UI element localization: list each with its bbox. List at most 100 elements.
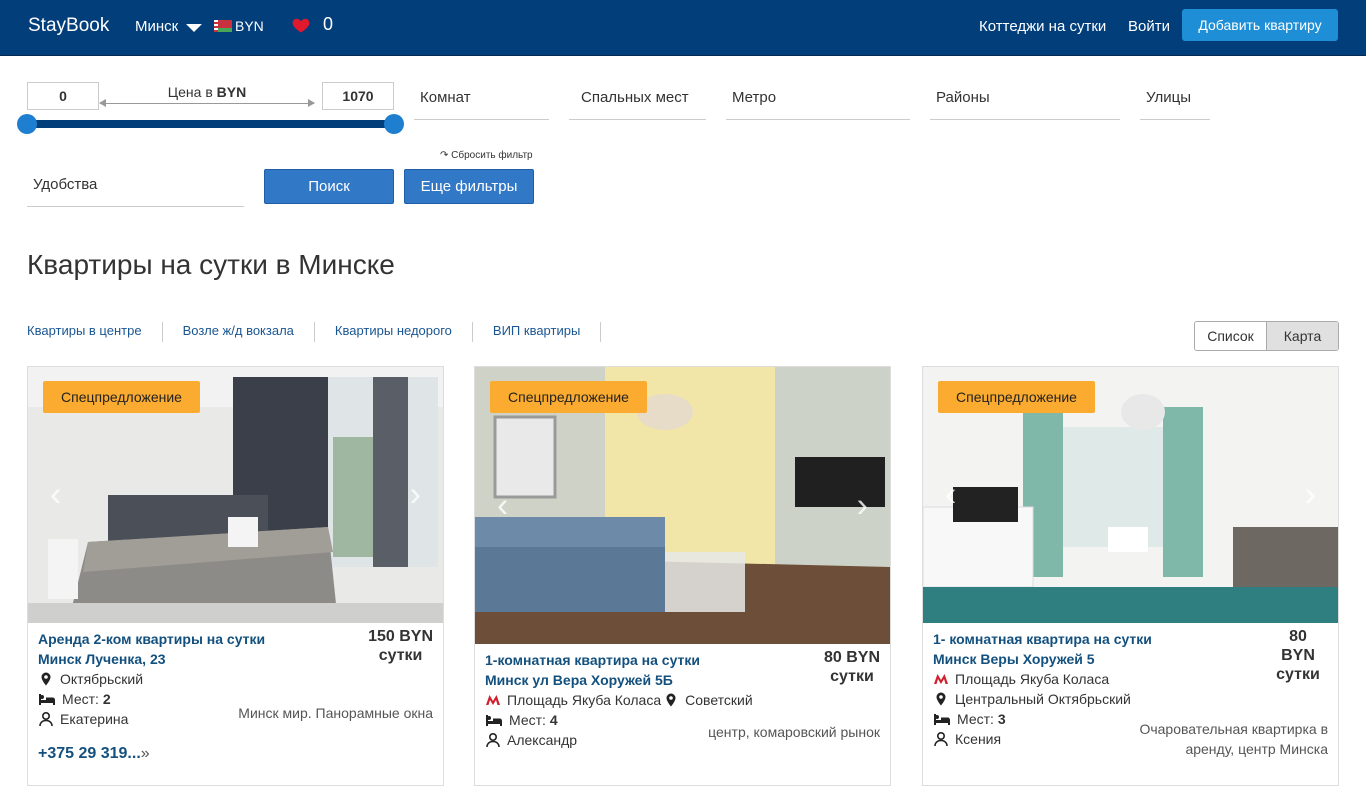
price-unit: сутки bbox=[830, 668, 874, 685]
quick-link-vip[interactable]: ВИП квартиры bbox=[493, 322, 602, 342]
price-slider-min-handle[interactable] bbox=[17, 114, 37, 134]
currency-label: BYN bbox=[235, 18, 264, 34]
prev-photo-icon[interactable]: ‹ bbox=[497, 486, 508, 525]
host-name: Ксения bbox=[955, 731, 1002, 747]
amenities-select[interactable]: Удобства bbox=[27, 167, 244, 207]
phone-number: +375 29 319... bbox=[38, 745, 141, 762]
price-number: 80 bbox=[1289, 628, 1307, 645]
currency-selector[interactable]: BYN bbox=[214, 18, 264, 34]
location-pin-icon bbox=[936, 692, 946, 706]
brand-logo[interactable]: StayBook bbox=[28, 15, 109, 37]
places-label: Мест: bbox=[62, 691, 99, 707]
search-button[interactable]: Поиск bbox=[264, 169, 394, 204]
special-offer-badge: Спецпредложение bbox=[43, 381, 200, 413]
metro-select[interactable]: Метро bbox=[726, 80, 910, 120]
places-label: Мест: bbox=[509, 712, 546, 728]
quick-link-cheap[interactable]: Квартиры недорого bbox=[335, 322, 473, 342]
district-row: Октябрьский bbox=[38, 669, 433, 689]
price-value: 80 BYN bbox=[823, 649, 880, 666]
listing-info: 1- комнатная квартира на сутки Минск Вер… bbox=[923, 623, 1338, 757]
bed-icon bbox=[486, 715, 502, 726]
reset-arrow-icon: ↷ bbox=[440, 150, 449, 161]
prev-photo-icon[interactable]: ‹ bbox=[945, 476, 956, 515]
prev-photo-icon[interactable]: ‹ bbox=[50, 476, 61, 515]
view-map-button[interactable]: Карта bbox=[1266, 322, 1338, 350]
metro-icon bbox=[486, 695, 500, 705]
belarus-flag-icon bbox=[214, 20, 232, 32]
host-name: Александр bbox=[507, 732, 578, 748]
next-photo-icon[interactable]: › bbox=[410, 476, 421, 515]
rooms-select[interactable]: Комнат bbox=[414, 80, 549, 120]
description-line1: Очаровательная квартирка в bbox=[1139, 721, 1328, 737]
listing-photo[interactable]: Спецпредложение ‹ › bbox=[475, 367, 890, 644]
reset-filter-label: Сбросить фильтр bbox=[451, 150, 533, 161]
city-selector[interactable]: Минск bbox=[135, 18, 203, 35]
user-icon bbox=[39, 711, 53, 727]
price-slider-max-handle[interactable] bbox=[384, 114, 404, 134]
location-row: Площадь Якуба Коласа Советский bbox=[485, 690, 880, 710]
listing-price: 80 BYN сутки bbox=[1268, 627, 1328, 684]
listing-title-line2: Минск ул Вера Хоружей 5Б bbox=[485, 672, 673, 688]
streets-select[interactable]: Улицы bbox=[1140, 80, 1210, 120]
bed-icon bbox=[39, 694, 55, 705]
cottages-link[interactable]: Коттеджи на сутки bbox=[979, 18, 1106, 35]
price-label: Цена в BYN bbox=[100, 84, 314, 100]
listing-card[interactable]: Спецпредложение ‹ › 1- комнатная квартир… bbox=[922, 366, 1339, 786]
listing-price: 80 BYN сутки bbox=[824, 648, 880, 686]
price-min-input[interactable]: 0 bbox=[27, 82, 99, 110]
listing-description: Очаровательная квартирка в аренду, центр… bbox=[1139, 719, 1328, 759]
places-value: 4 bbox=[549, 712, 558, 728]
district-label: Октябрьский bbox=[60, 671, 144, 687]
reset-filter-link[interactable]: ↷ Сбросить фильтр bbox=[440, 150, 533, 161]
city-label: Минск bbox=[135, 18, 179, 35]
heart-icon bbox=[292, 18, 310, 32]
description-line2: аренду, центр Минска bbox=[1185, 741, 1328, 757]
places-value: 2 bbox=[102, 691, 111, 707]
places-value: 3 bbox=[997, 711, 1006, 727]
price-range-arrow bbox=[99, 99, 315, 107]
listing-title[interactable]: 1-комнатная квартира на сутки Минск ул В… bbox=[485, 650, 880, 690]
user-icon bbox=[934, 731, 948, 747]
price-currency: BYN bbox=[1281, 647, 1315, 664]
special-offer-badge: Спецпредложение bbox=[490, 381, 647, 413]
districts-select[interactable]: Районы bbox=[930, 80, 1120, 120]
special-offer-badge: Спецпредложение bbox=[938, 381, 1095, 413]
price-label-prefix: Цена в bbox=[167, 84, 213, 100]
listing-card[interactable]: Спецпредложение ‹ › Аренда 2-ком квартир… bbox=[27, 366, 444, 786]
next-photo-icon[interactable]: › bbox=[857, 486, 868, 525]
view-list-button[interactable]: Список bbox=[1195, 322, 1266, 350]
more-filters-button[interactable]: Еще фильтры bbox=[404, 169, 534, 204]
quick-link-station[interactable]: Возле ж/д вокзала bbox=[183, 322, 315, 342]
price-unit: сутки bbox=[378, 647, 423, 664]
login-link[interactable]: Войти bbox=[1128, 18, 1170, 35]
page-title: Квартиры на сутки в Минске bbox=[27, 249, 395, 280]
bed-icon bbox=[934, 714, 950, 725]
district-label: Центральный Октябрьский bbox=[955, 691, 1131, 707]
listing-info: Аренда 2-ком квартиры на сутки Минск Луч… bbox=[28, 623, 443, 763]
listing-description: Минск мир. Панорамные окна bbox=[238, 705, 433, 721]
favorites-count: 0 bbox=[323, 14, 334, 34]
quick-links: Квартиры в центре Возле ж/д вокзала Квар… bbox=[27, 322, 621, 342]
price-slider-track[interactable] bbox=[27, 120, 394, 128]
view-toggle: Список Карта bbox=[1194, 321, 1339, 351]
next-photo-icon[interactable]: › bbox=[1305, 476, 1316, 515]
quick-link-center[interactable]: Квартиры в центре bbox=[27, 322, 163, 342]
price-max-input[interactable]: 1070 bbox=[322, 82, 394, 110]
host-name: Екатерина bbox=[60, 711, 129, 727]
beds-select[interactable]: Спальных мест bbox=[569, 80, 706, 120]
metro-station: Площадь Якуба Коласа bbox=[507, 692, 662, 708]
metro-station: Площадь Якуба Коласа bbox=[955, 671, 1110, 687]
district-label: Советский bbox=[685, 692, 753, 708]
phone-link[interactable]: +375 29 319...» bbox=[38, 745, 433, 763]
listing-card[interactable]: Спецпредложение ‹ › 1-комнатная квартира… bbox=[474, 366, 891, 786]
metro-icon bbox=[934, 674, 948, 684]
listing-title-line1: 1-комнатная квартира на сутки bbox=[485, 652, 701, 668]
double-chevron-right-icon: » bbox=[140, 745, 150, 762]
location-pin-icon bbox=[41, 672, 51, 686]
add-apartment-button[interactable]: Добавить квартиру bbox=[1182, 9, 1338, 41]
listing-photo[interactable]: Спецпредложение ‹ › bbox=[28, 367, 443, 623]
listing-photo[interactable]: Спецпредложение ‹ › bbox=[923, 367, 1338, 623]
places-label: Мест: bbox=[957, 711, 994, 727]
favorites-link[interactable]: 0 bbox=[291, 14, 333, 35]
user-icon bbox=[486, 732, 500, 748]
